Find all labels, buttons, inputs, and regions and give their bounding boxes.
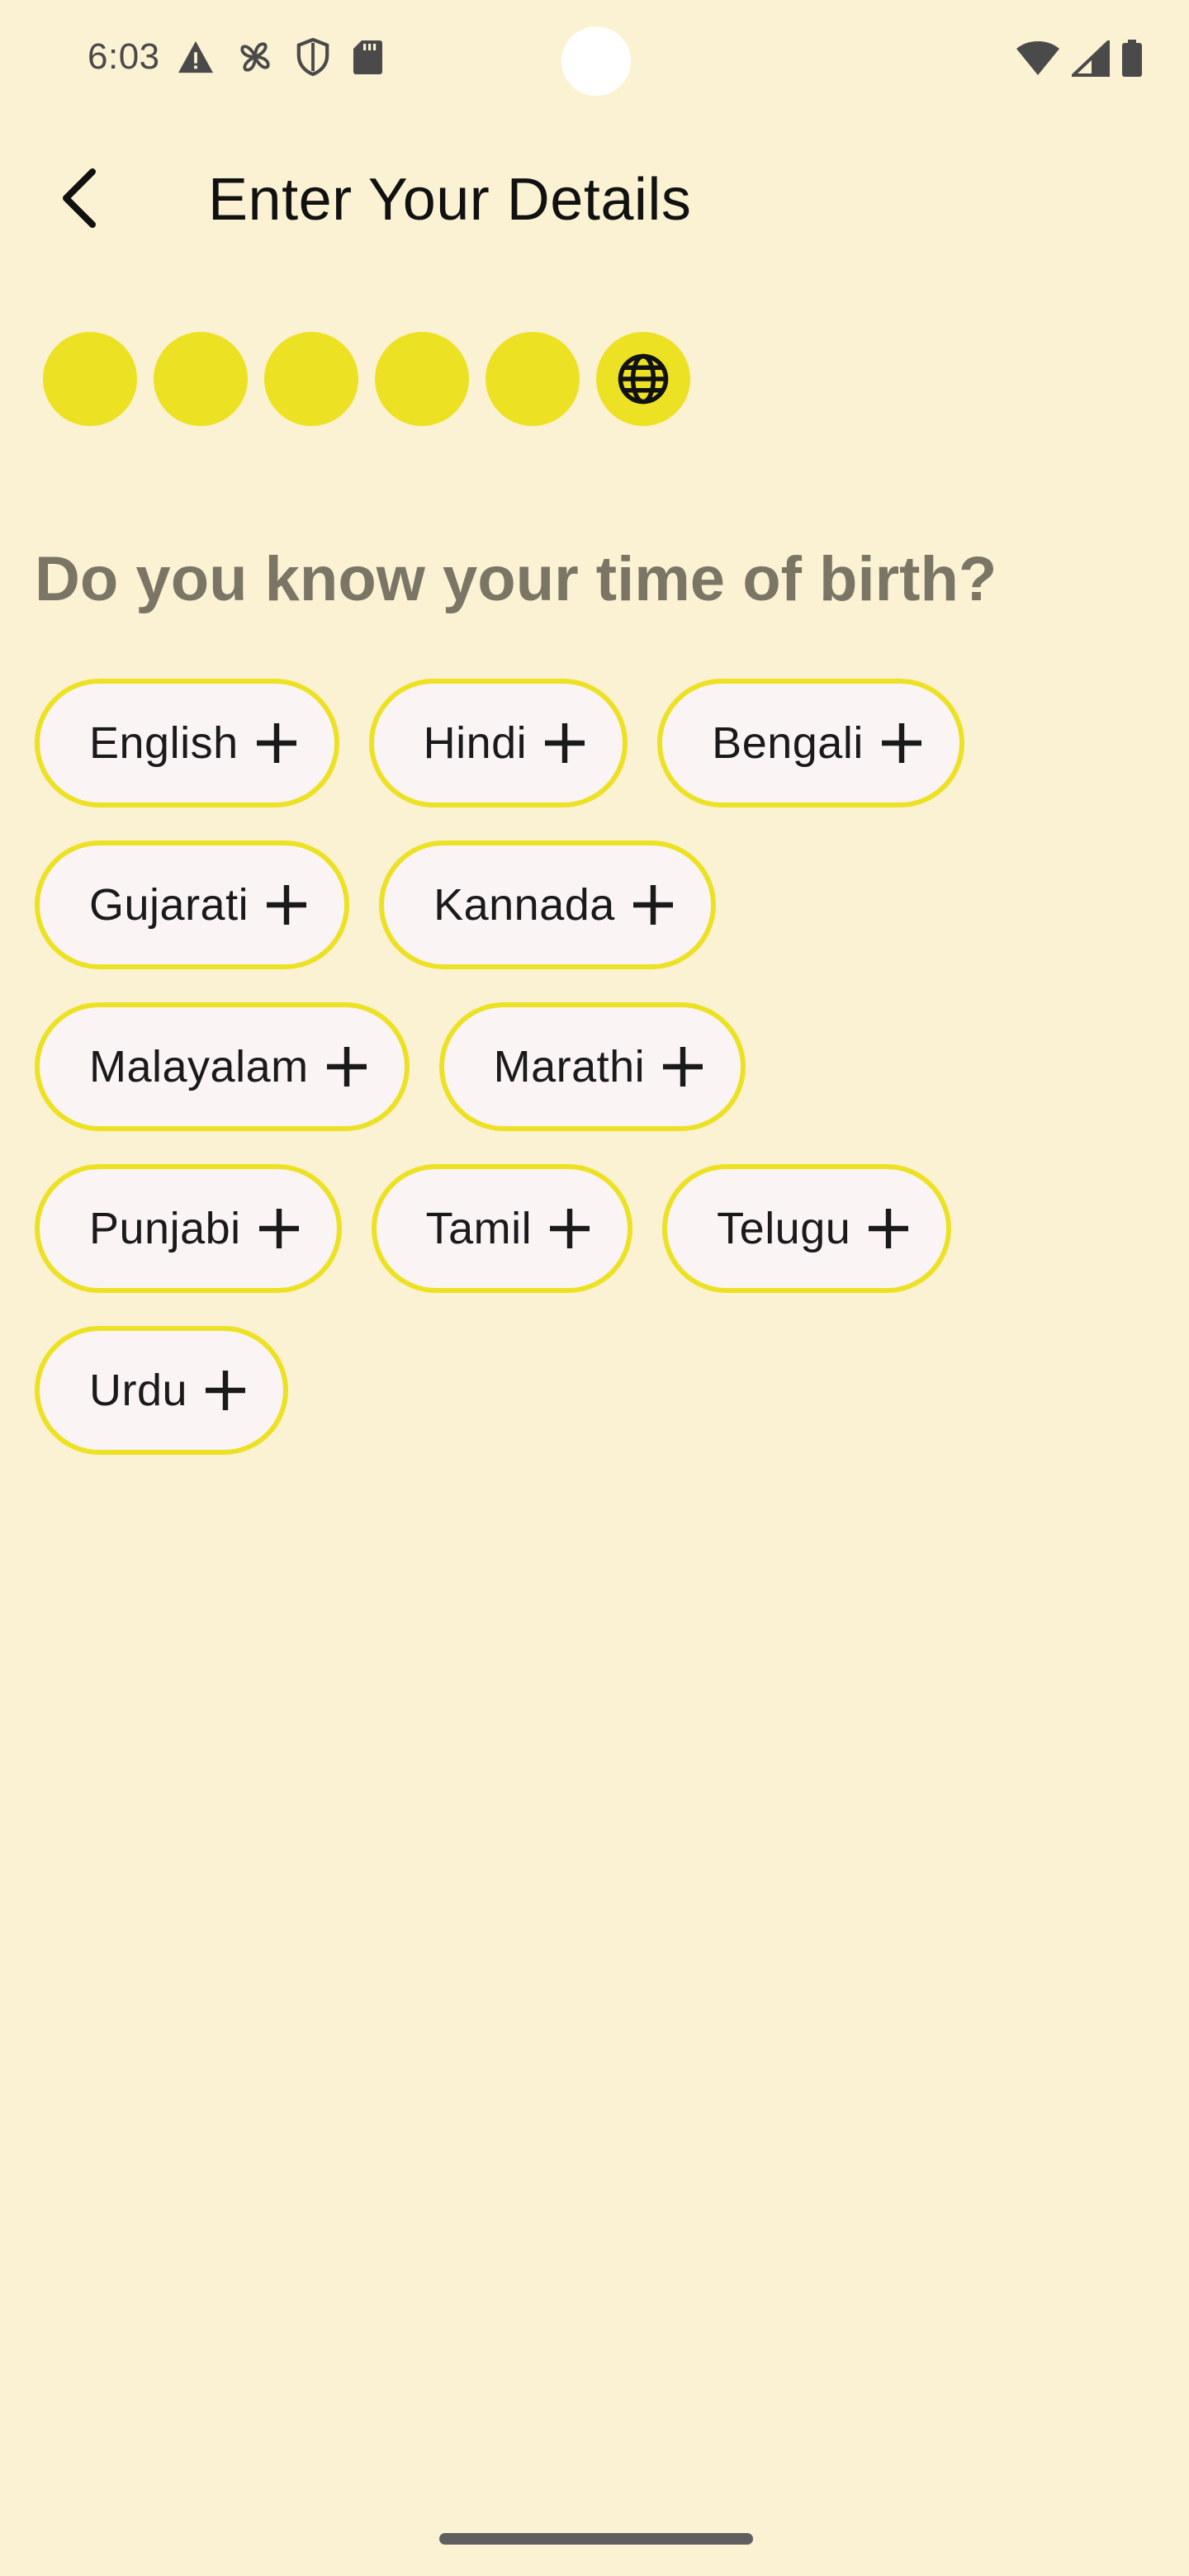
chip-label: Telugu (717, 1204, 851, 1253)
back-button[interactable] (43, 162, 116, 234)
chip-bengali[interactable]: Bengali (657, 679, 964, 807)
battery-icon (1122, 40, 1142, 77)
globe-icon (618, 353, 669, 405)
camera-cutout (561, 26, 631, 96)
page-title: Enter Your Details (208, 167, 692, 233)
plus-icon (550, 1209, 590, 1248)
chip-row: Urdu (35, 1326, 1141, 1455)
language-chips: English Hindi Bengali Gujarati Kannada M… (35, 679, 1141, 1488)
chip-row: Punjabi Tamil Telugu (35, 1164, 1141, 1293)
signal-icon (1072, 40, 1110, 77)
question-heading: Do you know your time of birth? (35, 544, 997, 614)
step-dot (486, 332, 580, 426)
chip-label: Marathi (493, 1042, 646, 1091)
plus-icon (663, 1047, 703, 1087)
chip-label: Urdu (89, 1366, 188, 1415)
chip-urdu[interactable]: Urdu (35, 1326, 289, 1455)
chip-label: Gujarati (89, 880, 249, 930)
step-dot (43, 332, 137, 426)
chip-label: English (89, 718, 239, 768)
plus-icon (326, 1047, 367, 1087)
wifi-icon (1016, 41, 1059, 75)
status-time: 6:03 (88, 36, 160, 77)
chip-english[interactable]: English (35, 679, 339, 807)
chip-row: Gujarati Kannada (35, 841, 1141, 969)
chevron-left-icon (63, 168, 96, 228)
warning-icon (178, 40, 213, 73)
status-bar: 6:03 (0, 0, 1189, 124)
chip-label: Hindi (423, 718, 528, 768)
chip-label: Punjabi (89, 1204, 241, 1253)
status-icons-right (1016, 40, 1143, 78)
status-icons-left (177, 38, 383, 76)
chip-label: Malayalam (89, 1042, 309, 1091)
chip-label: Bengali (712, 718, 864, 768)
plus-icon (869, 1209, 909, 1248)
plus-icon (632, 885, 673, 925)
chip-label: Kannada (433, 880, 615, 930)
home-indicator[interactable] (439, 2533, 753, 2545)
plus-icon (545, 723, 585, 763)
step-dot (375, 332, 469, 426)
plus-icon (267, 885, 307, 925)
fan-icon (240, 42, 270, 72)
screen: 6:03 Enter Your Details Do you know your… (0, 0, 1189, 2576)
chip-row: Malayalam Marathi (35, 1002, 1141, 1131)
chip-marathi[interactable]: Marathi (438, 1002, 746, 1131)
plus-icon (256, 723, 296, 763)
step-dot-current (596, 332, 690, 426)
plus-icon (258, 1209, 299, 1248)
plus-icon (206, 1371, 246, 1410)
plus-icon (881, 723, 921, 763)
chip-tamil[interactable]: Tamil (371, 1164, 633, 1293)
chip-hindi[interactable]: Hindi (368, 679, 628, 807)
chip-telugu[interactable]: Telugu (662, 1164, 952, 1293)
chip-label: Tamil (425, 1204, 533, 1253)
step-dot (154, 332, 248, 426)
chip-kannada[interactable]: Kannada (379, 841, 716, 969)
step-indicator (43, 332, 690, 426)
header: Enter Your Details (0, 132, 1189, 264)
sd-card-icon (353, 40, 382, 74)
chip-gujarati[interactable]: Gujarati (35, 841, 350, 969)
chip-row: English Hindi Bengali (35, 679, 1141, 807)
step-dot (264, 332, 358, 426)
chip-malayalam[interactable]: Malayalam (35, 1002, 410, 1131)
chip-punjabi[interactable]: Punjabi (35, 1164, 342, 1293)
shield-icon (296, 38, 329, 76)
